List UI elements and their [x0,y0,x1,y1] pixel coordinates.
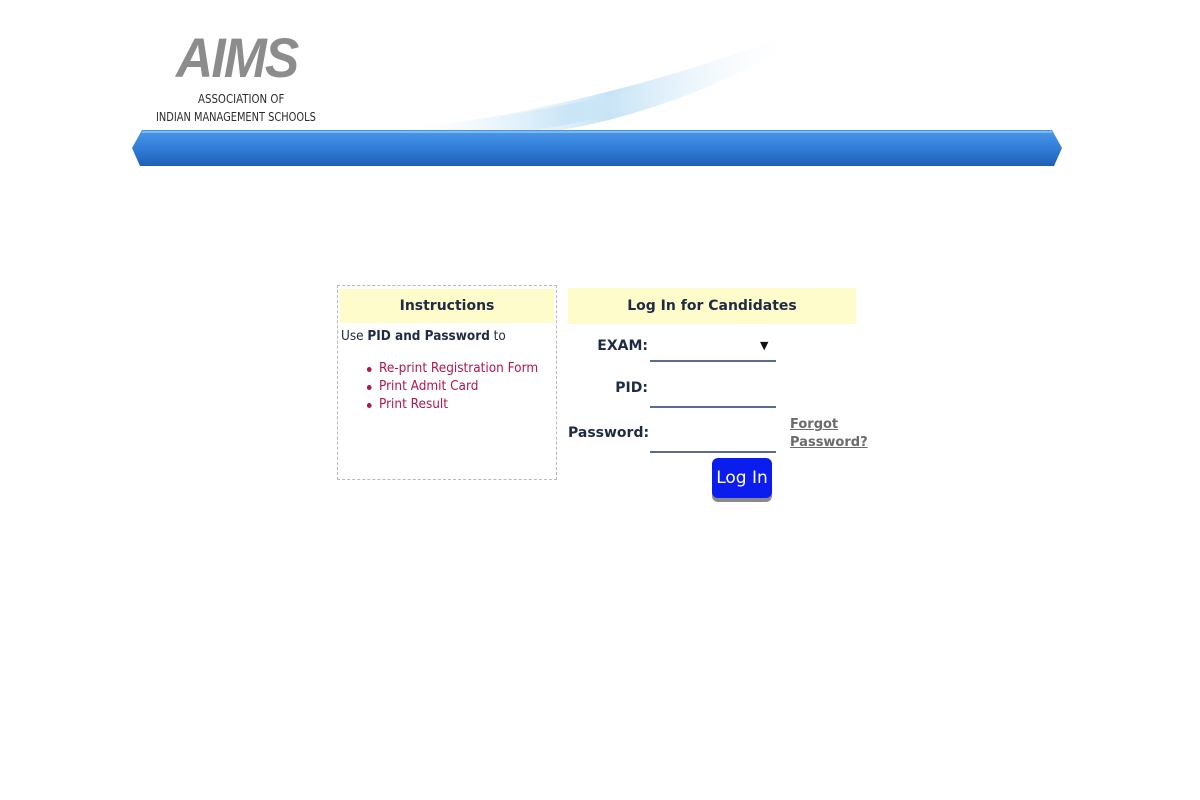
pid-input[interactable] [650,384,776,408]
forgot-password-line2: Password? [790,435,868,450]
instructions-item-print-result: Print Result [366,396,544,414]
instructions-intro-suffix: to [489,329,506,344]
instructions-item-print-admit-card: Print Admit Card [366,378,544,396]
header-blue-bar [132,130,1062,166]
exam-select[interactable]: ▼ [650,338,776,362]
password-label: Password: [568,425,650,441]
instructions-intro: Use PID and Password to [341,329,541,344]
logo-tagline-line1: ASSOCIATION OF [198,92,285,106]
site-header: AIMS ASSOCIATION OF INDIAN MANAGEMENT SC… [0,0,1200,200]
exam-label: EXAM: [597,338,648,354]
instructions-item-reprint-registration: Re-print Registration Form [366,360,544,378]
instructions-list: Re-print Registration Form Print Admit C… [338,360,556,414]
instructions-panel: Instructions Use PID and Password to Re-… [337,285,557,480]
pid-label: PID: [615,380,648,396]
password-input[interactable] [650,429,776,453]
instructions-title: Instructions [340,289,554,323]
dropdown-arrow-icon: ▼ [760,339,769,352]
forgot-password-line1: Forgot [790,417,839,432]
login-panel: Log In for Candidates EXAM: ▼ PID: Passw… [568,288,868,508]
logo-wordmark: AIMS [176,26,299,89]
instructions-intro-bold: PID and Password [367,329,490,344]
logo-tagline-line2: INDIAN MANAGEMENT SCHOOLS [156,110,316,124]
instructions-intro-prefix: Use [341,329,368,344]
login-button[interactable]: Log In [712,458,772,498]
login-title: Log In for Candidates [568,288,856,324]
forgot-password-link[interactable]: Forgot Password? [790,416,868,452]
aims-logo: AIMS ASSOCIATION OF INDIAN MANAGEMENT SC… [150,28,335,128]
